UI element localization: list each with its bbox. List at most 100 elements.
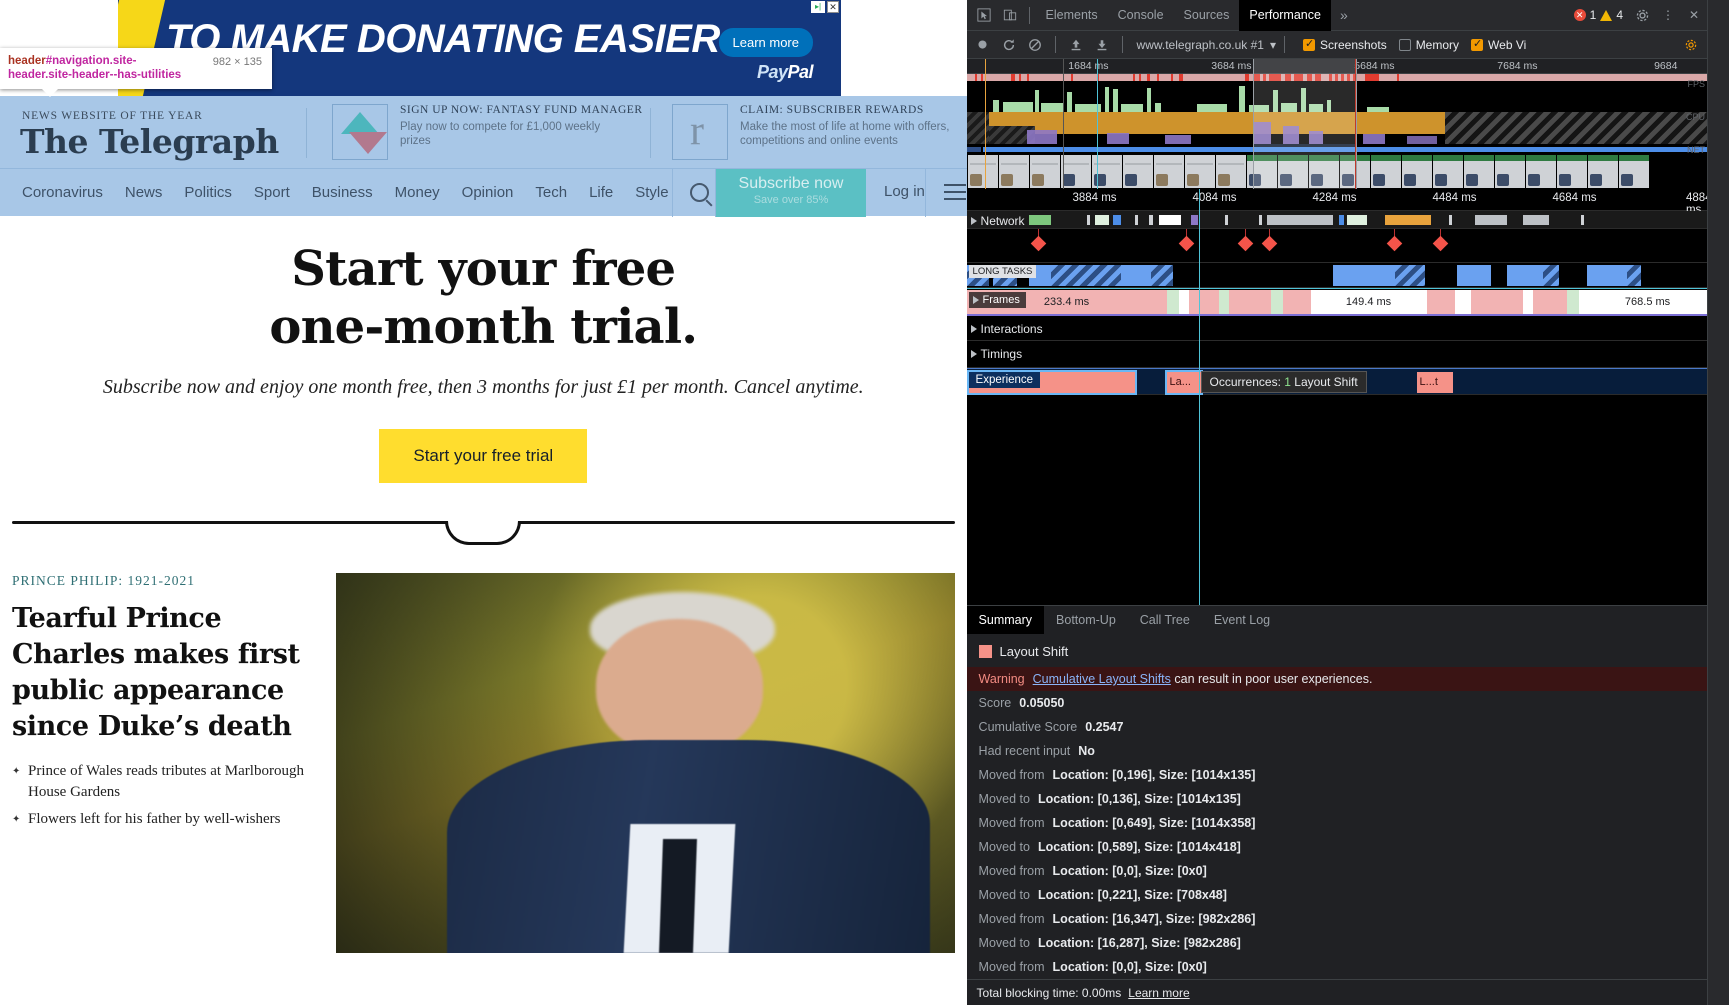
- start-free-trial-button[interactable]: Start your free trial: [379, 429, 588, 483]
- tab-call-tree[interactable]: Call Tree: [1128, 606, 1202, 634]
- subscribe-now-button[interactable]: Subscribe now Save over 85%: [716, 169, 866, 217]
- filmstrip-frame[interactable]: [1401, 155, 1432, 188]
- nav-item-sport[interactable]: Sport: [254, 184, 290, 201]
- gear-icon[interactable]: [1629, 2, 1655, 28]
- login-button[interactable]: Log in: [884, 183, 925, 200]
- save-profile-icon[interactable]: [1090, 33, 1114, 57]
- overview-selection-window[interactable]: [1252, 59, 1357, 189]
- tab-bottom-up[interactable]: Bottom-Up: [1044, 606, 1128, 634]
- tab-elements[interactable]: Elements: [1036, 0, 1108, 31]
- tab-console[interactable]: Console: [1108, 0, 1174, 31]
- interactions-track-header[interactable]: Interactions: [970, 322, 1043, 336]
- close-devtools-icon[interactable]: ✕: [1681, 2, 1707, 28]
- frame-bar[interactable]: [1426, 290, 1455, 314]
- event-marker[interactable]: [1178, 235, 1194, 252]
- chevron-right-icon[interactable]: [970, 325, 977, 333]
- frame-bar[interactable]: [1282, 290, 1311, 314]
- filmstrip-frame[interactable]: [1215, 155, 1246, 188]
- frame-bar[interactable]: [1228, 290, 1271, 314]
- search-icon[interactable]: [690, 183, 709, 202]
- event-marker[interactable]: [1261, 235, 1277, 252]
- nav-item-opinion[interactable]: Opinion: [462, 184, 514, 201]
- frame-bar[interactable]: [1178, 290, 1189, 314]
- frame-bar[interactable]: [1218, 290, 1229, 314]
- teaser-headline[interactable]: Tearful Prince Charles makes first publi…: [12, 601, 312, 745]
- inspect-element-icon[interactable]: [971, 2, 997, 28]
- interactions-row[interactable]: Interactions: [966, 314, 1707, 341]
- filmstrip-frame[interactable]: [998, 155, 1029, 188]
- nav-item-life[interactable]: Life: [589, 184, 613, 201]
- long-tasks-row[interactable]: LONG TASKS: [966, 263, 1707, 288]
- clear-icon[interactable]: [1023, 33, 1047, 57]
- frame-bar[interactable]: [1470, 290, 1523, 314]
- more-options-icon[interactable]: ⋮: [1655, 2, 1681, 28]
- experience-row[interactable]: ut Shift La... L...t Experience Occurren…: [966, 368, 1707, 395]
- overview-tracks[interactable]: 1684 ms 3684 ms 5684 ms 7684 ms 9684 ms: [966, 59, 1707, 189]
- filmstrip-frame[interactable]: [967, 155, 998, 188]
- teaser-image[interactable]: [336, 573, 955, 953]
- event-marker[interactable]: [1237, 235, 1253, 252]
- network-track-row[interactable]: Network: [966, 211, 1707, 229]
- filmstrip-frame[interactable]: [1525, 155, 1556, 188]
- timeline-overview[interactable]: 1684 ms 3684 ms 5684 ms 7684 ms 9684 ms: [966, 59, 1707, 189]
- filmstrip-frame[interactable]: [1463, 155, 1494, 188]
- event-marker[interactable]: [1386, 235, 1402, 252]
- frame-bar[interactable]: [1532, 290, 1567, 314]
- adchoices-icon[interactable]: ▸|: [811, 1, 825, 13]
- issues-counter[interactable]: ✕ 1 4: [1573, 8, 1629, 22]
- record-icon[interactable]: [971, 33, 995, 57]
- nav-item-business[interactable]: Business: [312, 184, 373, 201]
- cumulative-layout-shifts-link[interactable]: Cumulative Layout Shifts: [1033, 672, 1171, 686]
- filmstrip-frame[interactable]: [1432, 155, 1463, 188]
- filmstrip-frame[interactable]: [1494, 155, 1525, 188]
- ad-learn-more-button[interactable]: Learn more: [718, 28, 813, 57]
- filmstrip-frame[interactable]: [1556, 155, 1587, 188]
- nav-item-coronavirus[interactable]: Coronavirus: [22, 184, 103, 201]
- timing-markers-row[interactable]: [966, 229, 1707, 263]
- screenshots-checkbox[interactable]: Screenshots: [1302, 37, 1387, 52]
- chevron-right-icon[interactable]: [970, 217, 977, 225]
- web-vitals-checkbox[interactable]: Web Vi: [1471, 37, 1526, 52]
- event-marker[interactable]: [1432, 235, 1448, 252]
- frame-bar[interactable]: [1566, 290, 1579, 314]
- promo-fantasy-fund[interactable]: SIGN UP NOW: FANTASY FUND MANAGER Play n…: [332, 104, 643, 160]
- promo-subscriber-rewards[interactable]: CLAIM: SUBSCRIBER REWARDS Make the most …: [672, 104, 955, 160]
- network-track-header[interactable]: Network: [970, 214, 1025, 228]
- frame-bar[interactable]: 149.4 ms: [1310, 290, 1427, 314]
- tab-event-log[interactable]: Event Log: [1202, 606, 1282, 634]
- nav-item-politics[interactable]: Politics: [184, 184, 232, 201]
- tab-sources[interactable]: Sources: [1174, 0, 1240, 31]
- nav-item-news[interactable]: News: [125, 184, 163, 201]
- hamburger-menu-icon[interactable]: [944, 184, 966, 205]
- chevron-right-icon[interactable]: [972, 296, 979, 304]
- filmstrip-frame[interactable]: [1370, 155, 1401, 188]
- recording-selector[interactable]: www.telegraph.co.uk #1 ▾: [1137, 38, 1276, 52]
- frame-bar[interactable]: [1166, 290, 1179, 314]
- nav-item-style[interactable]: Style: [635, 184, 668, 201]
- frames-row[interactable]: 233.4 ms 149.4 ms 768.5 ms Frames: [966, 288, 1707, 314]
- chevron-right-icon[interactable]: [970, 350, 977, 358]
- memory-checkbox[interactable]: Memory: [1398, 38, 1459, 52]
- capture-settings-icon[interactable]: [1679, 33, 1703, 57]
- device-toolbar-icon[interactable]: [997, 2, 1023, 28]
- frame-bar[interactable]: [1188, 290, 1219, 314]
- timings-row[interactable]: Timings: [966, 341, 1707, 368]
- event-marker[interactable]: [1030, 235, 1046, 252]
- tab-performance[interactable]: Performance: [1239, 0, 1331, 31]
- nav-item-money[interactable]: Money: [395, 184, 440, 201]
- masthead-logo[interactable]: The Telegraph: [20, 122, 279, 161]
- reload-and-record-icon[interactable]: [997, 33, 1021, 57]
- filmstrip-frame[interactable]: [1029, 155, 1060, 188]
- frames-track-header[interactable]: Frames: [968, 292, 1026, 308]
- frame-bar[interactable]: 768.5 ms: [1578, 290, 1707, 314]
- chevron-down-icon[interactable]: ▾: [1270, 38, 1276, 52]
- filmstrip-frame[interactable]: [1587, 155, 1618, 188]
- filmstrip-frame[interactable]: [1153, 155, 1184, 188]
- filmstrip-frame[interactable]: [1184, 155, 1215, 188]
- load-profile-icon[interactable]: [1064, 33, 1088, 57]
- timings-track-header[interactable]: Timings: [970, 347, 1022, 361]
- filmstrip-frame[interactable]: [1060, 155, 1091, 188]
- timeline-tracks[interactable]: 3884 ms 4084 ms 4284 ms 4484 ms 4684 ms …: [966, 189, 1707, 605]
- learn-more-link[interactable]: Learn more: [1128, 986, 1189, 1000]
- close-icon[interactable]: ✕: [827, 1, 839, 13]
